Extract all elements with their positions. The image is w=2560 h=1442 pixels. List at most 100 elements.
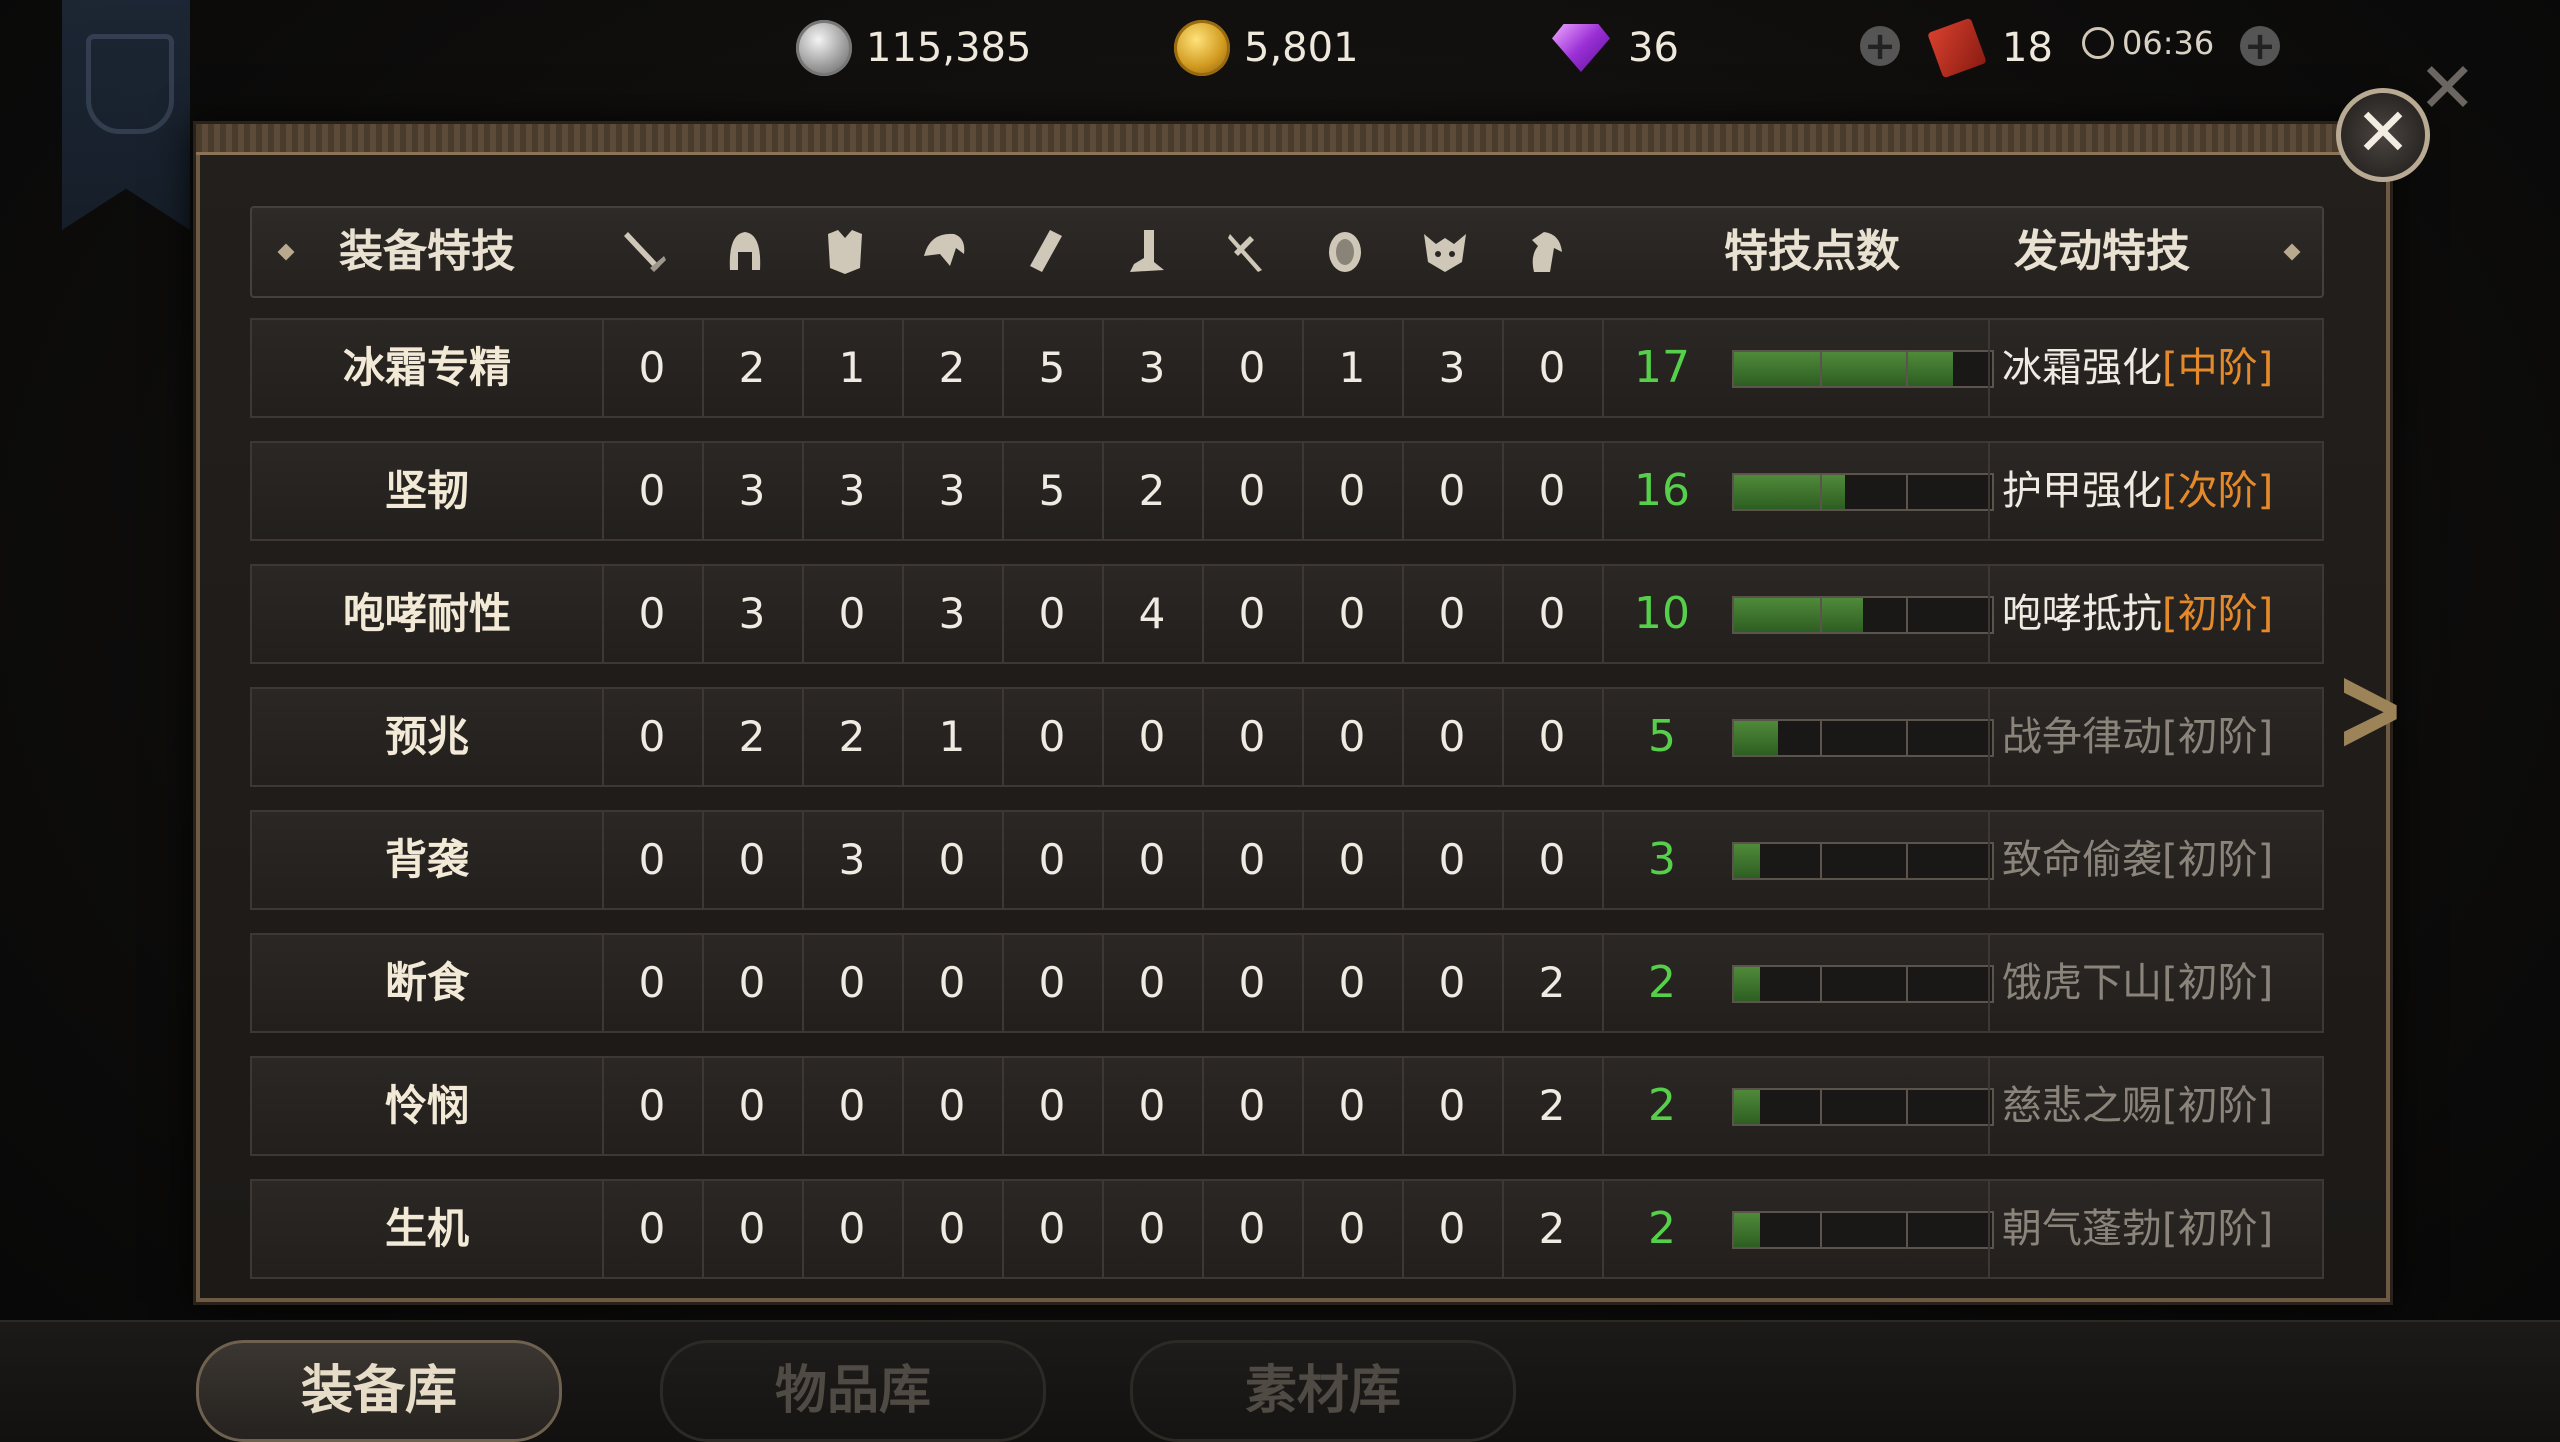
- shield-icon: [1320, 226, 1370, 278]
- tab-material-storage[interactable]: 素材库: [1130, 1340, 1516, 1442]
- slot-value: 0: [1002, 935, 1104, 1031]
- next-page-arrow-icon[interactable]: >: [2335, 650, 2405, 770]
- progress-fill: [1734, 721, 1778, 755]
- slot-value: 3: [1402, 320, 1504, 416]
- ticket-icon: [1927, 17, 1987, 79]
- table-row[interactable]: 坚韧 0 3 3 3 5 2 0 0 0 0 16 护甲强化[次阶]: [250, 441, 2324, 541]
- skill-points: 3: [1648, 834, 1676, 885]
- skill-progress-bar: [1732, 1088, 1994, 1126]
- activated-skill-tier: [中阶]: [2162, 345, 2274, 391]
- slot-value: 2: [902, 320, 1004, 416]
- slot-value: 0: [1302, 689, 1404, 785]
- currency-bar: 115,385 5,801 36 + 18 06:36 +: [0, 0, 2560, 96]
- slot-value: 0: [702, 1181, 804, 1277]
- column-divider: [1988, 689, 1990, 785]
- slot-value: 0: [1002, 689, 1104, 785]
- slot-value: 0: [1002, 1058, 1104, 1154]
- activated-skill-name: 冰霜强化: [2002, 345, 2162, 391]
- add-tickets-button[interactable]: +: [2240, 26, 2280, 66]
- column-divider: [1988, 443, 1990, 539]
- progress-fill: [1734, 967, 1760, 1001]
- slot-value: 2: [702, 320, 804, 416]
- silver-currency: 115,385: [796, 18, 1031, 78]
- gold-currency: 5,801: [1174, 18, 1359, 78]
- slot-value: 0: [602, 320, 704, 416]
- boots-icon: [1120, 226, 1170, 278]
- slot-value: 0: [602, 689, 704, 785]
- slot-value: 0: [1302, 1058, 1404, 1154]
- progress-segment-divider: [1906, 1090, 1908, 1124]
- slot-value: 0: [1402, 1181, 1504, 1277]
- slot-value: 0: [1502, 689, 1604, 785]
- slot-value: 0: [1002, 566, 1104, 662]
- table-row[interactable]: 冰霜专精 0 2 1 2 5 3 0 1 3 0 17 冰霜强化[中阶]: [250, 318, 2324, 418]
- skill-name: 断食: [252, 935, 604, 1031]
- slot-value: 0: [1402, 1058, 1504, 1154]
- demon-mask-icon: [1420, 226, 1470, 278]
- progress-segment-divider: [1820, 1213, 1822, 1247]
- clock-icon: [2082, 27, 2114, 59]
- column-divider: [1988, 1181, 1990, 1277]
- slot-value: 2: [1502, 935, 1604, 1031]
- activated-skill: 致命偷袭[初阶]: [2002, 812, 2273, 908]
- activated-skill: 护甲强化[次阶]: [2002, 443, 2273, 539]
- header-ornament-icon: [2283, 243, 2301, 261]
- progress-fill: [1734, 844, 1760, 878]
- slot-value: 0: [1502, 566, 1604, 662]
- add-gems-button[interactable]: +: [1860, 26, 1900, 66]
- skill-name: 冰霜专精: [252, 320, 604, 416]
- tab-equipment-storage[interactable]: 装备库: [196, 1340, 562, 1442]
- skill-name: 背袭: [252, 812, 604, 908]
- column-divider: [1988, 320, 1990, 416]
- timer-text: 06:36: [2122, 24, 2215, 62]
- slot-value: 0: [602, 566, 704, 662]
- header-skill-points: 特技点数: [1724, 226, 1900, 277]
- column-divider: [1988, 812, 1990, 908]
- progress-segment-divider: [1906, 598, 1908, 632]
- skill-name: 怜悯: [252, 1058, 604, 1154]
- progress-segment-divider: [1906, 1213, 1908, 1247]
- bracer-icon: [1020, 226, 1070, 278]
- header-ornament-icon: [277, 243, 295, 261]
- slot-value: 0: [802, 566, 904, 662]
- armor-icon: [820, 226, 870, 278]
- skill-progress-bar: [1732, 842, 1994, 880]
- progress-segment-divider: [1906, 352, 1908, 386]
- table-row[interactable]: 预兆 0 2 2 1 0 0 0 0 0 0 5 战争律动[初阶]: [250, 687, 2324, 787]
- gem-currency: 36: [1552, 18, 1679, 78]
- gold-coin-icon: [1174, 20, 1230, 76]
- slot-value: 0: [1402, 566, 1504, 662]
- activated-skill-tier: [初阶]: [2162, 837, 2274, 883]
- skill-progress-bar: [1732, 596, 1994, 634]
- table-row[interactable]: 背袭 0 0 3 0 0 0 0 0 0 0 3 致命偷袭[初阶]: [250, 810, 2324, 910]
- skill-name: 预兆: [252, 689, 604, 785]
- progress-segment-divider: [1906, 967, 1908, 1001]
- slot-value: 0: [702, 812, 804, 908]
- table-row[interactable]: 断食 0 0 0 0 0 0 0 0 0 2 2 饿虎下山[初阶]: [250, 933, 2324, 1033]
- slot-value: 0: [1502, 443, 1604, 539]
- table-row[interactable]: 咆哮耐性 0 3 0 3 0 4 0 0 0 0 10 咆哮抵抗[初阶]: [250, 564, 2324, 664]
- header-equipment-skill: 装备特技: [339, 226, 515, 277]
- slot-value: 5: [1002, 320, 1104, 416]
- activated-skill-tier: [初阶]: [2162, 591, 2274, 637]
- column-divider: [1988, 935, 1990, 1031]
- table-header: 装备特技 特技点数 发动特技: [250, 206, 2324, 298]
- progress-segment-divider: [1820, 1090, 1822, 1124]
- slot-value: 0: [902, 935, 1004, 1031]
- activated-skill-name: 致命偷袭: [2002, 837, 2162, 883]
- skill-points: 5: [1648, 711, 1676, 762]
- silver-coin-icon: [796, 20, 852, 76]
- table-row[interactable]: 怜悯 0 0 0 0 0 0 0 0 0 2 2 慈悲之赐[初阶]: [250, 1056, 2324, 1156]
- progress-fill: [1734, 475, 1845, 509]
- slot-value: 0: [1302, 1181, 1404, 1277]
- activated-skill-tier: [初阶]: [2162, 960, 2274, 1006]
- background-close-icon[interactable]: ✕: [2418, 53, 2477, 123]
- slot-value: 0: [1102, 1058, 1204, 1154]
- table-row[interactable]: 生机 0 0 0 0 0 0 0 0 0 2 2 朝气蓬勃[初阶]: [250, 1179, 2324, 1279]
- slot-value: 0: [1202, 812, 1304, 908]
- tab-item-storage[interactable]: 物品库: [660, 1340, 1046, 1442]
- slot-value: 0: [902, 812, 1004, 908]
- close-button[interactable]: ✕: [2336, 88, 2430, 182]
- tab-label: 素材库: [1244, 1361, 1401, 1421]
- activated-skill-tier: [初阶]: [2162, 1206, 2274, 1252]
